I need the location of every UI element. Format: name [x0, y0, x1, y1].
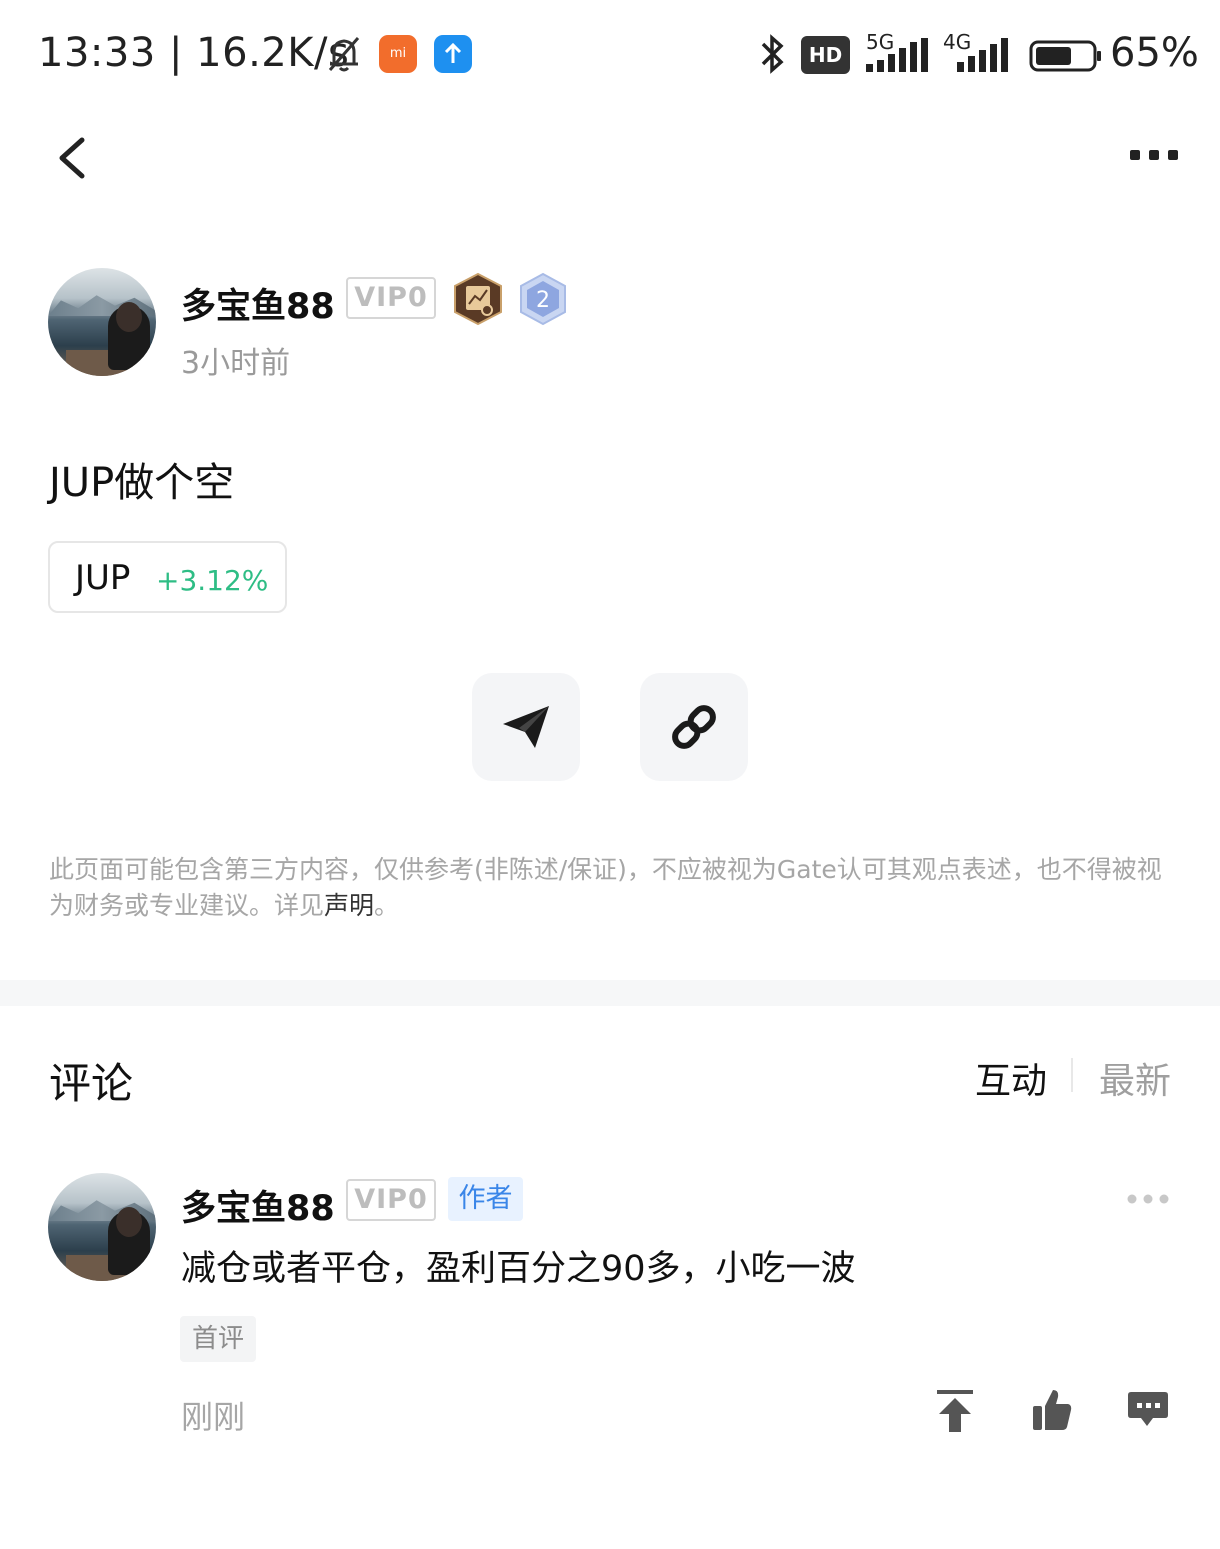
- level-badge-icon: 2: [520, 272, 566, 326]
- hd-voice-icon: HD: [801, 36, 850, 74]
- upload-notification-icon: [434, 35, 472, 73]
- commenter-vip-badge: VIP0: [346, 1179, 436, 1221]
- level-number: 2: [536, 288, 550, 313]
- more-options-button[interactable]: [1126, 140, 1182, 170]
- comment-icon[interactable]: [1127, 1388, 1169, 1430]
- comment-more-button[interactable]: [1126, 1192, 1170, 1206]
- commenter-name[interactable]: 多宝鱼88: [181, 1180, 335, 1231]
- comment-timestamp: 刚刚: [181, 1398, 246, 1436]
- sort-divider: [1071, 1058, 1073, 1092]
- status-bar: 13:33 | 16.2K/s mi HD 5G 4G 65%: [0, 0, 1220, 110]
- thumbs-up-icon[interactable]: [1031, 1388, 1073, 1432]
- sort-tab-latest[interactable]: 最新: [1099, 1052, 1171, 1104]
- link-icon: [672, 705, 716, 749]
- back-button[interactable]: [52, 132, 96, 184]
- section-divider: [0, 980, 1220, 1006]
- coin-ticker-chip[interactable]: JUP +3.12%: [48, 541, 287, 613]
- coin-symbol: JUP: [75, 558, 131, 598]
- disclaimer-link[interactable]: 声明: [324, 891, 374, 920]
- comments-title: 评论: [49, 1059, 134, 1108]
- bluetooth-icon: [761, 34, 784, 74]
- author-tag: 作者: [448, 1177, 523, 1221]
- signal-4g-icon: [957, 38, 1008, 72]
- signal-5g-icon: [866, 38, 928, 72]
- post-timestamp: 3小时前: [181, 346, 291, 381]
- sort-tab-interactive[interactable]: 互动: [975, 1052, 1047, 1104]
- copy-link-button[interactable]: [640, 673, 748, 781]
- vip-badge: VIP0: [346, 277, 436, 319]
- bell-muted-icon: [328, 37, 360, 72]
- coin-change: +3.12%: [156, 564, 269, 597]
- status-time-speed: 13:33 | 16.2K/s: [38, 30, 350, 76]
- trader-medal-icon: [454, 272, 502, 326]
- first-comment-tag: 首评: [180, 1316, 256, 1362]
- mi-store-notification-icon: mi: [379, 35, 417, 73]
- battery-icon: [1029, 40, 1101, 72]
- battery-percent: 65%: [1110, 30, 1199, 76]
- send-icon: [503, 706, 549, 748]
- disclaimer-text: 此页面可能包含第三方内容，仅供参考(非陈述/保证)，不应被视为Gate认可其观点…: [49, 855, 1162, 920]
- commenter-avatar[interactable]: [48, 1173, 156, 1281]
- author-name[interactable]: 多宝鱼88: [181, 278, 335, 329]
- share-send-button[interactable]: [472, 673, 580, 781]
- post-content: JUP做个空: [49, 460, 235, 506]
- pin-top-icon[interactable]: [935, 1388, 975, 1434]
- comment-content: 减仓或者平仓，盈利百分之90多，小吃一波: [181, 1249, 856, 1289]
- author-avatar[interactable]: [48, 268, 156, 376]
